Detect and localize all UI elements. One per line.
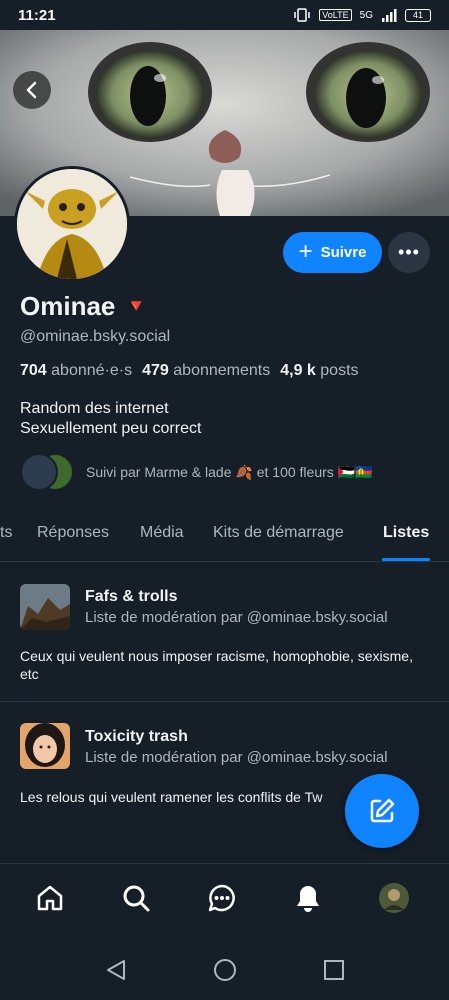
profile-avatar (379, 883, 409, 913)
display-name-text: Ominae (20, 291, 116, 321)
plus-icon: + (298, 237, 313, 265)
bottom-navigation (0, 863, 449, 933)
avatar-image (17, 169, 127, 279)
nav-search[interactable] (118, 880, 154, 916)
follower-avatars (20, 453, 74, 491)
home-icon (37, 885, 63, 911)
posts-stat: 4,9 k posts (280, 362, 359, 379)
compose-icon (370, 798, 395, 823)
chat-icon (208, 884, 235, 912)
list-title: Fafs & trolls (85, 588, 178, 605)
bio-line: Random des internet (20, 400, 169, 417)
bio-line: Sexuellement peu correct (20, 420, 202, 437)
status-icons: VoLTE 5G 41 (293, 8, 431, 22)
nav-home[interactable] (32, 880, 68, 916)
follower-avatar (20, 453, 58, 491)
list-thumbnail (20, 723, 70, 769)
search-icon (123, 885, 150, 912)
volte-badge: VoLTE (319, 9, 352, 21)
system-navigation (0, 940, 449, 1000)
display-name: Ominae 🔻 (20, 291, 148, 322)
tab-starter-kits[interactable]: Kits de démarrage (213, 524, 344, 542)
profile-handle: @ominae.bsky.social (20, 328, 171, 345)
list-item[interactable]: Fafs & trolls Liste de modération par @o… (0, 563, 449, 700)
compose-button[interactable] (345, 774, 419, 848)
list-thumbnail (20, 584, 70, 630)
tab-lists[interactable]: Listes (383, 524, 429, 542)
list-title: Toxicity trash (85, 728, 188, 745)
bell-icon (297, 886, 319, 912)
back-button[interactable] (13, 71, 51, 109)
nav-chat[interactable] (204, 880, 240, 916)
back-arrow-icon (26, 81, 37, 99)
vibrate-icon (294, 8, 311, 22)
list-subtitle: Liste de modération par @ominae.bsky.soc… (85, 609, 388, 626)
active-tab-indicator (382, 558, 430, 561)
list-description: Ceux qui veulent nous imposer racisme, h… (20, 648, 413, 682)
signal-icon (382, 9, 397, 22)
profile-stats: 704 abonné·e·s 479 abonnements 4,9 k pos… (20, 362, 359, 380)
battery-icon: 41 (405, 8, 431, 22)
profile-bio: Random des internet Sexuellement peu cor… (20, 399, 201, 439)
nav-profile[interactable] (376, 880, 412, 916)
system-back-icon[interactable] (104, 958, 128, 982)
followed-by-row[interactable]: Suivi par Marme & lade 🍂 et 100 fleurs 🇵… (20, 453, 373, 491)
profile-tabs: ts Réponses Média Kits de démarrage List… (0, 510, 449, 562)
following-stat[interactable]: 479 abonnements (142, 362, 270, 380)
profile-avatar[interactable] (14, 166, 130, 282)
list-description: Les relous qui veulent ramener les confl… (20, 789, 323, 805)
tab-replies[interactable]: Réponses (37, 524, 109, 542)
system-home-icon[interactable] (213, 958, 237, 982)
followers-stat[interactable]: 704 abonné·e·s (20, 362, 132, 380)
signal-label: 5G (359, 9, 373, 21)
follow-label: Suivre (320, 244, 367, 261)
list-subtitle: Liste de modération par @ominae.bsky.soc… (85, 749, 388, 766)
nav-notifications[interactable] (290, 880, 326, 916)
follow-button[interactable]: + Suivre (283, 232, 382, 273)
more-options-button[interactable]: ••• (388, 232, 430, 273)
system-recents-icon[interactable] (322, 958, 346, 982)
status-time: 11:21 (18, 6, 56, 24)
status-bar: 11:21 VoLTE 5G 41 (0, 0, 449, 30)
followed-by-text: Suivi par Marme & lade 🍂 et 100 fleurs 🇵… (86, 463, 373, 480)
more-options-icon: ••• (398, 242, 420, 262)
tab-media[interactable]: Média (140, 524, 184, 542)
tab-posts[interactable]: ts (0, 524, 12, 542)
name-emoji: 🔻 (125, 296, 148, 316)
